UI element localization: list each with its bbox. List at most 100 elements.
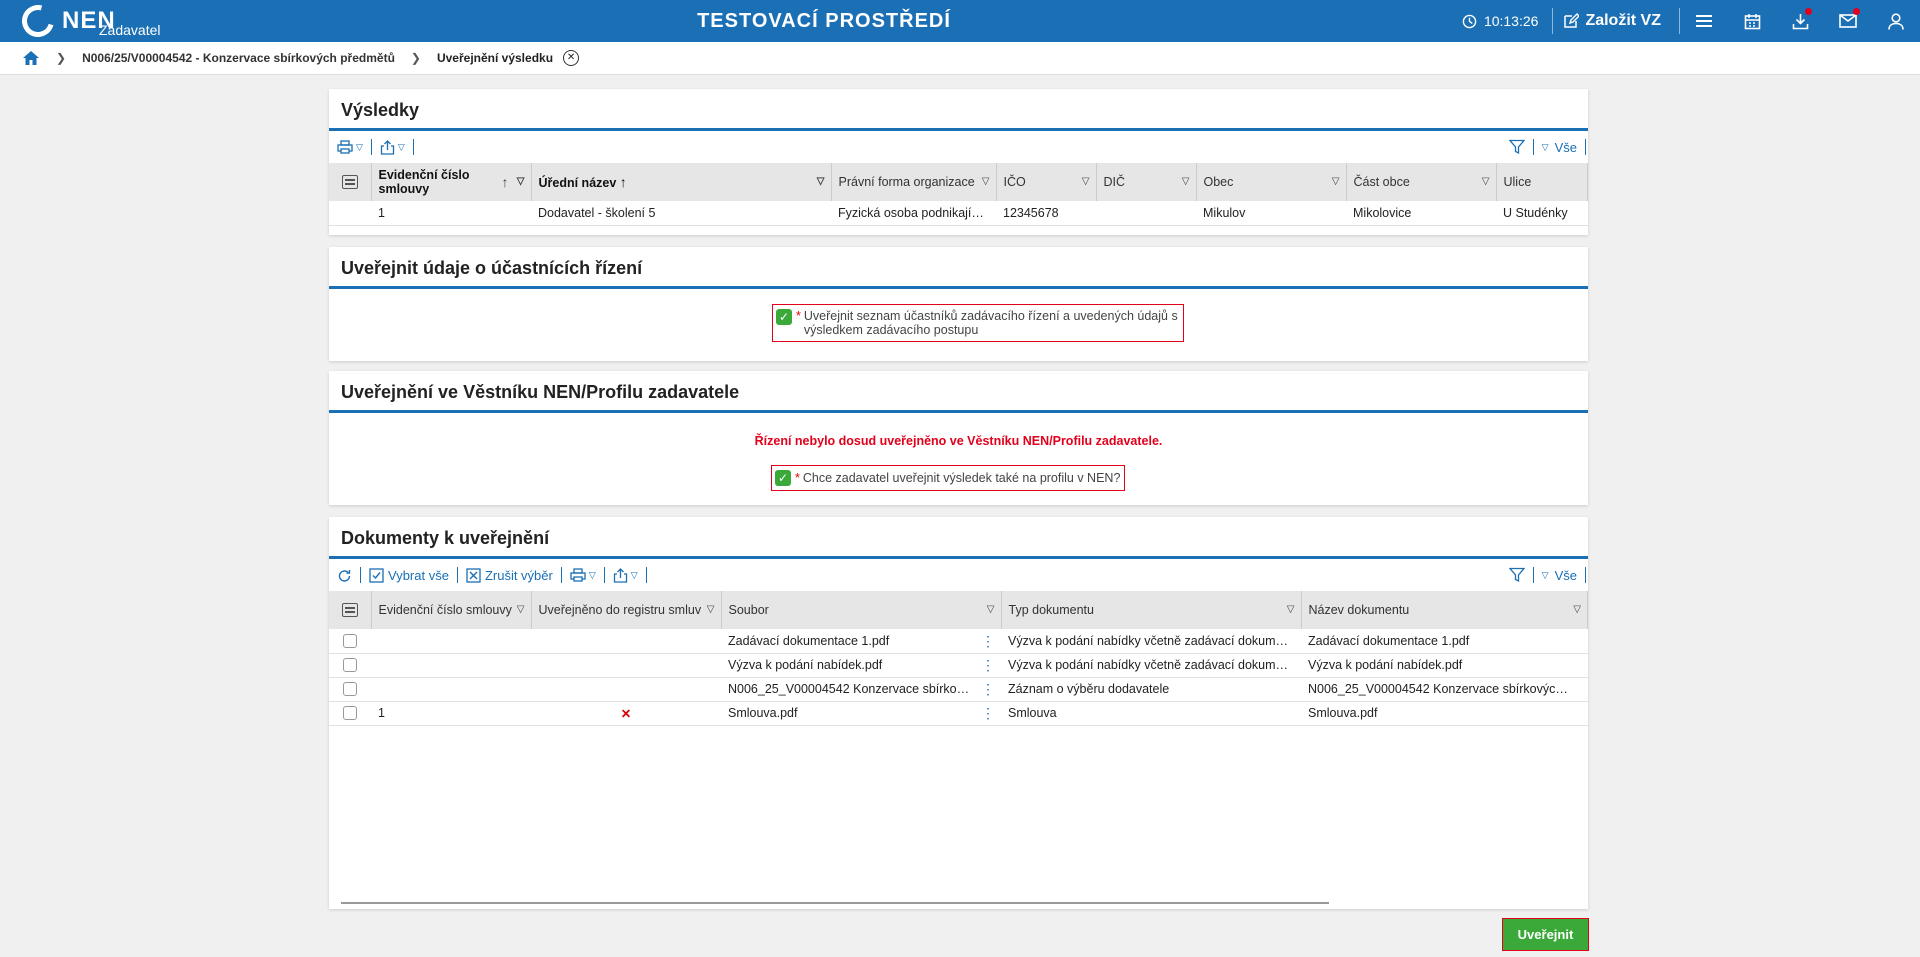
publish-participants-field[interactable]: ✓ * Uveřejnit seznam účastníků zadávacíh… bbox=[772, 304, 1184, 342]
table-row[interactable]: 1 Dodavatel - školení 5 Fyzická osoba po… bbox=[329, 201, 1588, 226]
print-button[interactable]: ▽ bbox=[570, 568, 596, 582]
refresh-button[interactable] bbox=[337, 568, 352, 583]
table-row[interactable]: ⋮ Výzva k podání nabídek.pdf Výzva k podá… bbox=[329, 653, 1588, 678]
divider bbox=[1585, 567, 1586, 583]
column-filter-icon[interactable]: ▽ bbox=[987, 603, 995, 617]
filter-icon[interactable] bbox=[1508, 139, 1525, 155]
home-icon[interactable] bbox=[22, 50, 40, 66]
notification-dot bbox=[1853, 8, 1860, 15]
column-header[interactable]: Typ dokumentu ▽ bbox=[1001, 591, 1302, 629]
table-cell: N006_25_V00004542 Konzervace sbírkovýc… bbox=[1301, 677, 1588, 702]
column-header[interactable]: Evidenční číslo smlouvy ▽ bbox=[371, 591, 532, 629]
publish-button[interactable]: Uveřejnit bbox=[1502, 918, 1589, 951]
column-header[interactable]: Evidenční číslo smlouvy ↑ ▽ bbox=[371, 163, 532, 201]
sort-up-icon[interactable]: ↑ bbox=[502, 175, 509, 189]
column-settings-icon bbox=[341, 603, 358, 617]
table-cell: 12345678 bbox=[996, 201, 1096, 226]
table-row[interactable]: ⋮ Zadávací dokumentace 1.pdf Výzva k podá… bbox=[329, 629, 1588, 654]
file-name[interactable]: N006_25_V00004542 Konzervace sbírko… bbox=[728, 682, 969, 696]
more-options-icon[interactable]: ⋮ bbox=[981, 682, 995, 696]
select-all-label: Vybrat vše bbox=[388, 567, 449, 583]
column-filter-icon[interactable]: ▽ bbox=[517, 603, 525, 617]
column-settings-button[interactable] bbox=[329, 163, 372, 201]
more-options-icon[interactable]: ⋮ bbox=[981, 706, 995, 720]
divider bbox=[1585, 139, 1586, 155]
column-filter-icon[interactable]: ▽ bbox=[817, 175, 825, 189]
divider bbox=[560, 567, 562, 583]
results-panel: Výsledky ▽ ▽ ▽ Vše Evidenční číslo smlou… bbox=[329, 89, 1588, 235]
column-filter-icon[interactable]: ▽ bbox=[1573, 603, 1581, 617]
participants-panel: Uveřejnit údaje o účastnících řízení ✓ *… bbox=[329, 247, 1588, 361]
column-filter-icon[interactable]: ▽ bbox=[1287, 603, 1295, 617]
column-header[interactable]: Název dokumentu ▽ bbox=[1301, 591, 1588, 629]
user-profile-button[interactable] bbox=[1872, 0, 1920, 42]
clock-time: 10:13:26 bbox=[1483, 13, 1539, 29]
checkbox-checked-icon[interactable]: ✓ bbox=[776, 309, 792, 325]
more-options-icon[interactable]: ⋮ bbox=[981, 634, 995, 648]
table-cell: 1 bbox=[371, 701, 531, 726]
column-filter-icon[interactable]: ▽ bbox=[982, 175, 990, 189]
table-cell: Výzva k podání nabídky včetně zadávací d… bbox=[1001, 653, 1301, 678]
column-filter-icon[interactable]: ▽ bbox=[707, 603, 715, 617]
column-header[interactable]: Právní forma organizace ▽ bbox=[831, 163, 997, 201]
column-header[interactable]: IČO ▽ bbox=[996, 163, 1097, 201]
column-header[interactable]: Úřední název ↑ ▽ bbox=[531, 163, 832, 201]
print-icon bbox=[337, 140, 353, 154]
column-filter-icon[interactable]: ▽ bbox=[1182, 175, 1190, 189]
file-name[interactable]: Zadávací dokumentace 1.pdf bbox=[728, 634, 889, 648]
menu-icon bbox=[1696, 15, 1712, 27]
top-bar: NEN Zadavatel TESTOVACÍ PROSTŘEDÍ 10:13:… bbox=[0, 0, 1920, 43]
row-checkbox[interactable] bbox=[343, 706, 357, 721]
table-cell: Mikulov bbox=[1196, 201, 1346, 226]
downloads-button[interactable] bbox=[1776, 0, 1824, 42]
create-procurement-button[interactable]: Založit VZ bbox=[1553, 12, 1679, 30]
column-header[interactable]: Ulice bbox=[1496, 163, 1588, 201]
column-settings-button[interactable] bbox=[329, 591, 372, 629]
file-name[interactable]: Smlouva.pdf bbox=[728, 706, 797, 720]
cancel-selection-button[interactable]: Zrušit výběr bbox=[466, 568, 553, 583]
export-button[interactable]: ▽ bbox=[380, 139, 405, 155]
messages-button[interactable] bbox=[1824, 0, 1872, 42]
file-name[interactable]: Výzva k podání nabídek.pdf bbox=[728, 658, 882, 672]
table-row[interactable]: ⋮ N006_25_V00004542 Konzervace sbírko… Zá… bbox=[329, 677, 1588, 702]
filter-all-button[interactable]: Vše bbox=[1555, 140, 1577, 155]
row-checkbox[interactable] bbox=[343, 634, 357, 649]
close-tab-icon[interactable]: ✕ bbox=[563, 50, 580, 66]
column-header[interactable]: Uveřejněno do registru smluv ▽ bbox=[531, 591, 722, 629]
table-cell: ⋮ Smlouva.pdf bbox=[721, 701, 1001, 726]
notification-dot bbox=[1805, 8, 1812, 15]
column-header[interactable]: Soubor ▽ bbox=[721, 591, 1002, 629]
publish-profile-field[interactable]: ✓ * Chce zadavatel uveřejnit výsledek ta… bbox=[771, 465, 1125, 491]
column-header[interactable]: DIČ ▽ bbox=[1096, 163, 1197, 201]
deselect-icon bbox=[466, 567, 481, 583]
menu-button[interactable] bbox=[1680, 0, 1728, 42]
breadcrumb-procurement-link[interactable]: N006/25/V00004542 - Konzervace sbírkovýc… bbox=[82, 51, 395, 65]
calendar-button[interactable] bbox=[1728, 0, 1776, 42]
print-button[interactable]: ▽ bbox=[337, 140, 363, 154]
more-options-icon[interactable]: ⋮ bbox=[981, 658, 995, 672]
table-cell bbox=[531, 677, 721, 702]
required-mark: * bbox=[795, 471, 800, 485]
table-row[interactable]: 1 ✕ ⋮ Smlouva.pdf Smlouva Smlouva.pdf bbox=[329, 701, 1588, 726]
table-cell: Výzva k podání nabídky včetně zadávací d… bbox=[1001, 629, 1301, 654]
edit-icon bbox=[1564, 13, 1580, 28]
horizontal-scrollbar[interactable] bbox=[341, 902, 1329, 904]
column-filter-icon[interactable]: ▽ bbox=[517, 175, 525, 189]
filter-all-button[interactable]: Vše bbox=[1555, 568, 1577, 583]
documents-title: Dokumenty k uveřejnění bbox=[329, 517, 1588, 559]
export-button[interactable]: ▽ bbox=[613, 567, 638, 583]
checkbox-checked-icon[interactable]: ✓ bbox=[775, 470, 791, 486]
column-filter-icon[interactable]: ▽ bbox=[1482, 175, 1490, 189]
table-cell bbox=[371, 653, 531, 678]
download-icon bbox=[1792, 13, 1808, 29]
required-mark: * bbox=[796, 309, 801, 323]
row-checkbox[interactable] bbox=[343, 682, 357, 697]
row-checkbox[interactable] bbox=[343, 658, 357, 673]
filter-icon[interactable] bbox=[1508, 567, 1525, 583]
column-filter-icon[interactable]: ▽ bbox=[1332, 175, 1340, 189]
column-header[interactable]: Část obce ▽ bbox=[1346, 163, 1497, 201]
column-filter-icon[interactable]: ▽ bbox=[1082, 175, 1090, 189]
select-all-button[interactable]: Vybrat vše bbox=[369, 568, 449, 583]
sort-up-icon[interactable]: ↑ bbox=[620, 174, 627, 190]
column-header[interactable]: Obec ▽ bbox=[1196, 163, 1347, 201]
